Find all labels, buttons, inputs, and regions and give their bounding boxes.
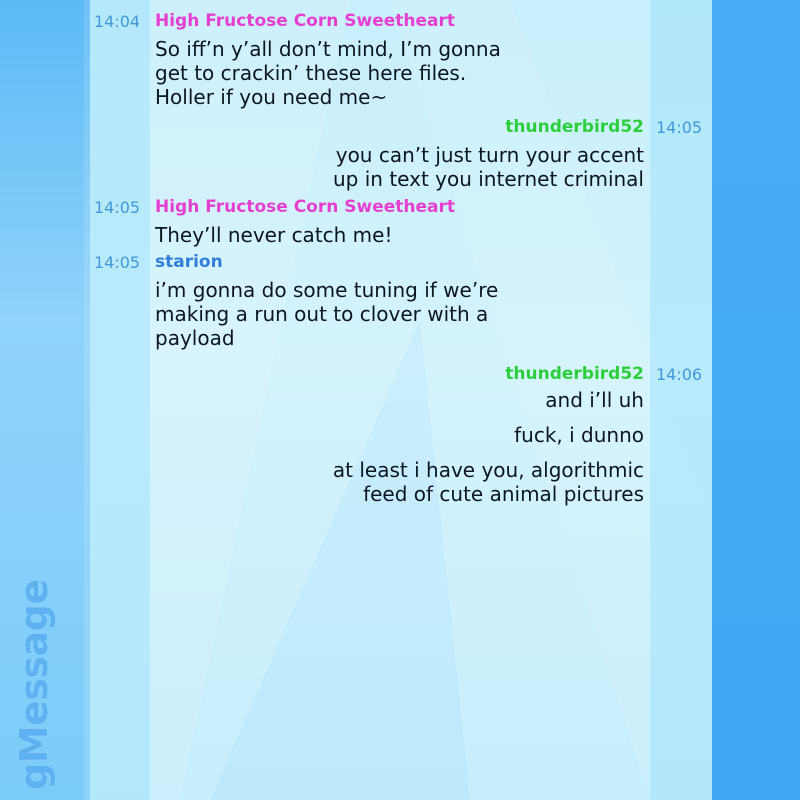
message-author[interactable]: High Fructose Corn Sweetheart	[155, 11, 455, 31]
message-line: and i’ll uh	[545, 388, 644, 412]
message-line: up in text you internet criminal	[333, 167, 644, 191]
message-body: you can’t just turn your accent up in te…	[204, 143, 644, 191]
message-author[interactable]: starion	[155, 252, 223, 272]
message-timestamp: 14:05	[94, 198, 141, 217]
message-timestamp: 14:06	[656, 365, 703, 384]
message-author[interactable]: High Fructose Corn Sweetheart	[155, 197, 455, 217]
message-line: get to crackin’ these here files.	[155, 61, 467, 85]
message-body: So iff’n y’all don’t mind, I’m gonna get…	[155, 37, 555, 109]
left-timestamp-column	[90, 0, 150, 800]
message-line: payload	[155, 326, 235, 350]
message-line: at least i have you, algorithmic	[332, 458, 644, 482]
message-author[interactable]: thunderbird52	[505, 364, 644, 384]
message-line: i’m gonna do some tuning if we’re	[155, 278, 499, 302]
brand-logo: gMessage	[12, 579, 56, 790]
message-author[interactable]: thunderbird52	[505, 117, 644, 137]
message-line: fuck, i dunno	[514, 423, 644, 447]
message-line: Holler if you need me~	[155, 85, 388, 109]
message-body: They’ll never catch me!	[155, 223, 555, 247]
message-timestamp: 14:04	[94, 12, 141, 31]
message-line: feed of cute animal pictures	[363, 482, 644, 506]
message-line: making a run out to clover with a	[155, 302, 489, 326]
message-timestamp: 14:05	[656, 118, 703, 137]
right-rail	[712, 0, 800, 800]
message-body: i’m gonna do some tuning if we’re making…	[155, 278, 555, 350]
message-followup: at least i have you, algorithmic feed of…	[204, 458, 644, 506]
message-followup: fuck, i dunno	[204, 423, 644, 447]
message-body: and i’ll uh	[204, 388, 644, 412]
message-line: They’ll never catch me!	[155, 223, 393, 247]
message-line: So iff’n y’all don’t mind, I’m gonna	[155, 37, 501, 61]
message-line: you can’t just turn your accent	[335, 143, 644, 167]
message-timestamp: 14:05	[94, 253, 141, 272]
